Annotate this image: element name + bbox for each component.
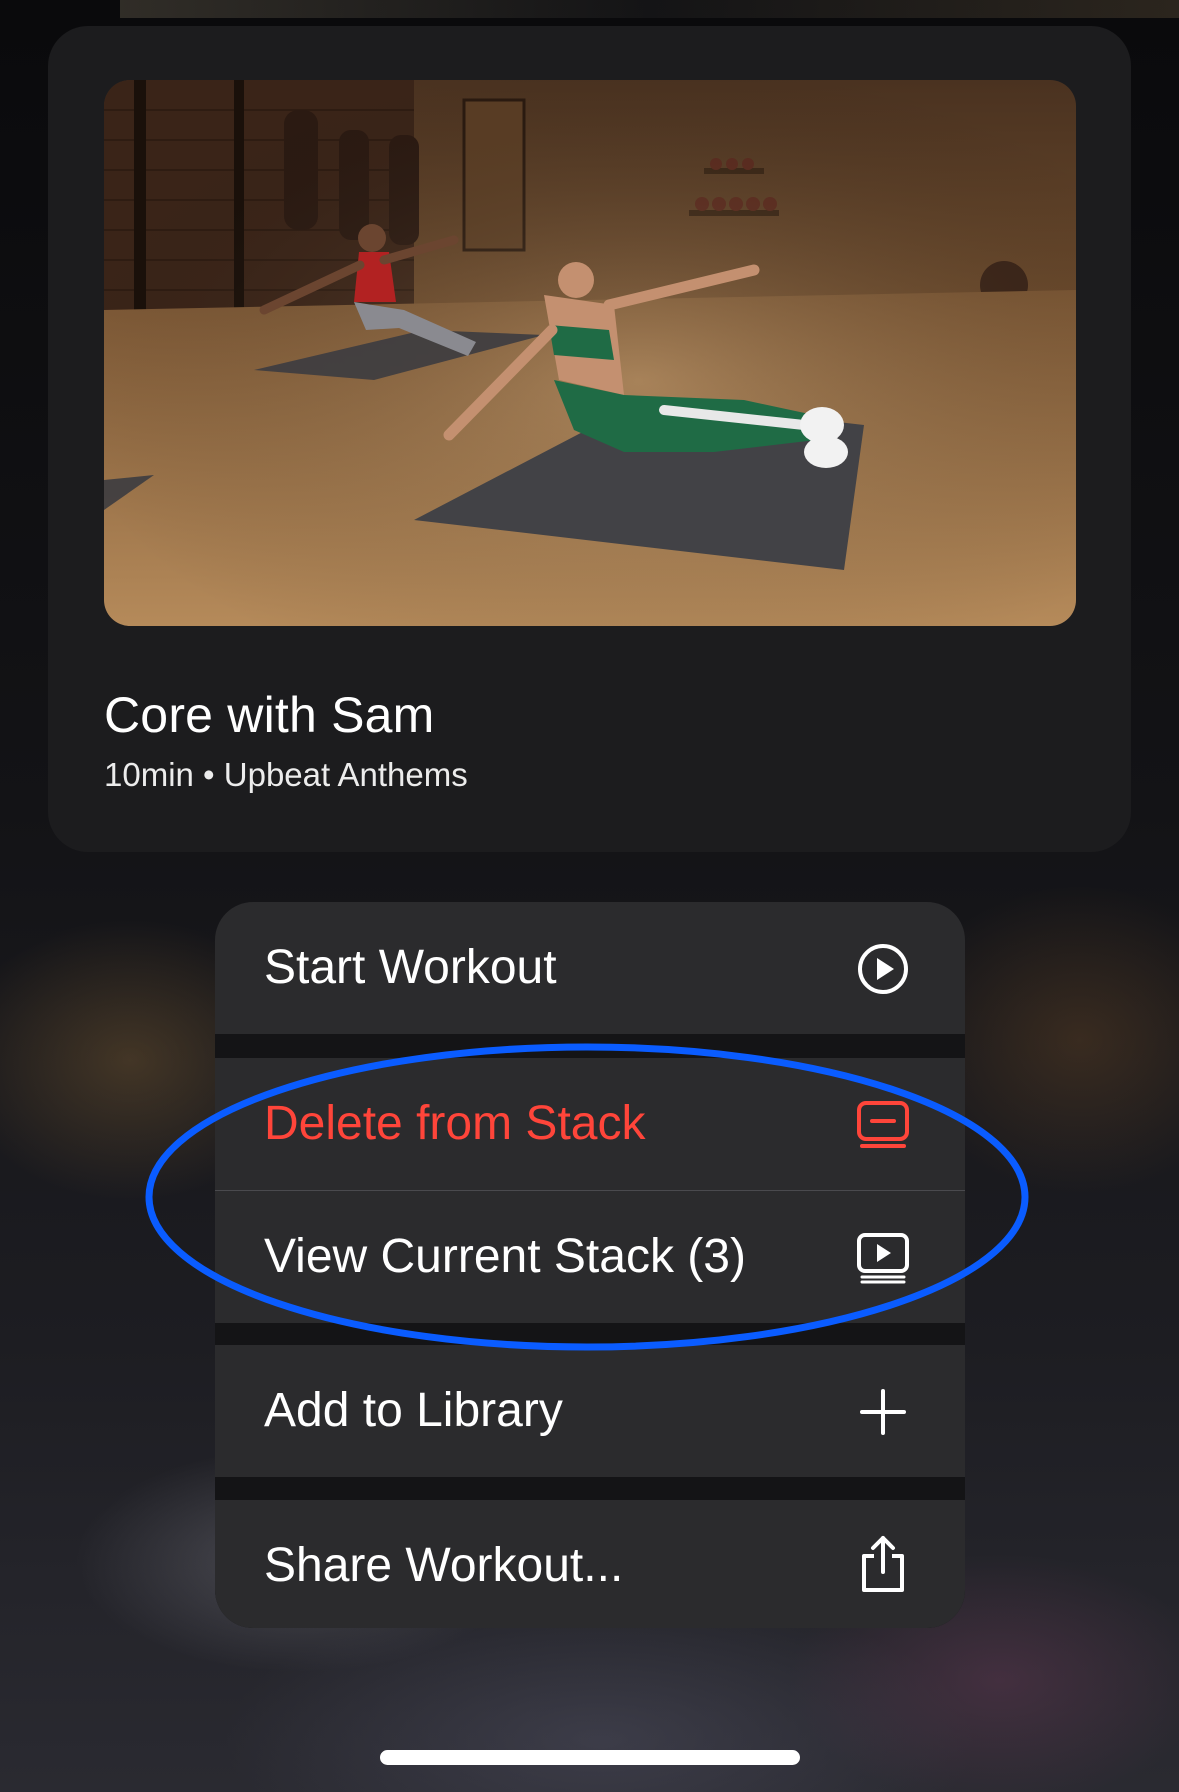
view-stack-icon — [856, 1231, 910, 1285]
workout-subtitle: 10min • Upbeat Anthems — [104, 756, 468, 793]
start-workout-label: Start Workout — [264, 941, 557, 994]
add-to-library-menu-item[interactable]: Add to Library — [215, 1345, 965, 1477]
workout-thumbnail — [104, 80, 1076, 626]
share-workout-menu-item[interactable]: Share Workout... — [215, 1500, 965, 1628]
share-icon — [856, 1534, 910, 1592]
workout-title: Core with Sam — [104, 687, 435, 743]
start-workout-menu-item[interactable]: Start Workout — [215, 902, 965, 1034]
play-circle-icon — [856, 942, 910, 996]
view-current-stack-label: View Current Stack (3) — [264, 1230, 746, 1283]
add-to-library-label: Add to Library — [264, 1384, 563, 1437]
remove-from-stack-icon — [856, 1098, 910, 1152]
plus-icon — [856, 1385, 910, 1439]
workout-preview-card: Core with Sam 10min • Upbeat Anthems — [48, 26, 1131, 852]
share-workout-label: Share Workout... — [264, 1539, 624, 1592]
home-indicator[interactable] — [380, 1750, 800, 1765]
view-current-stack-menu-item[interactable]: View Current Stack (3) — [215, 1191, 965, 1323]
delete-from-stack-menu-item[interactable]: Delete from Stack — [215, 1058, 965, 1190]
context-menu: Start Workout Delete from Stack View Cur… — [215, 902, 965, 1628]
delete-from-stack-label: Delete from Stack — [264, 1097, 646, 1150]
